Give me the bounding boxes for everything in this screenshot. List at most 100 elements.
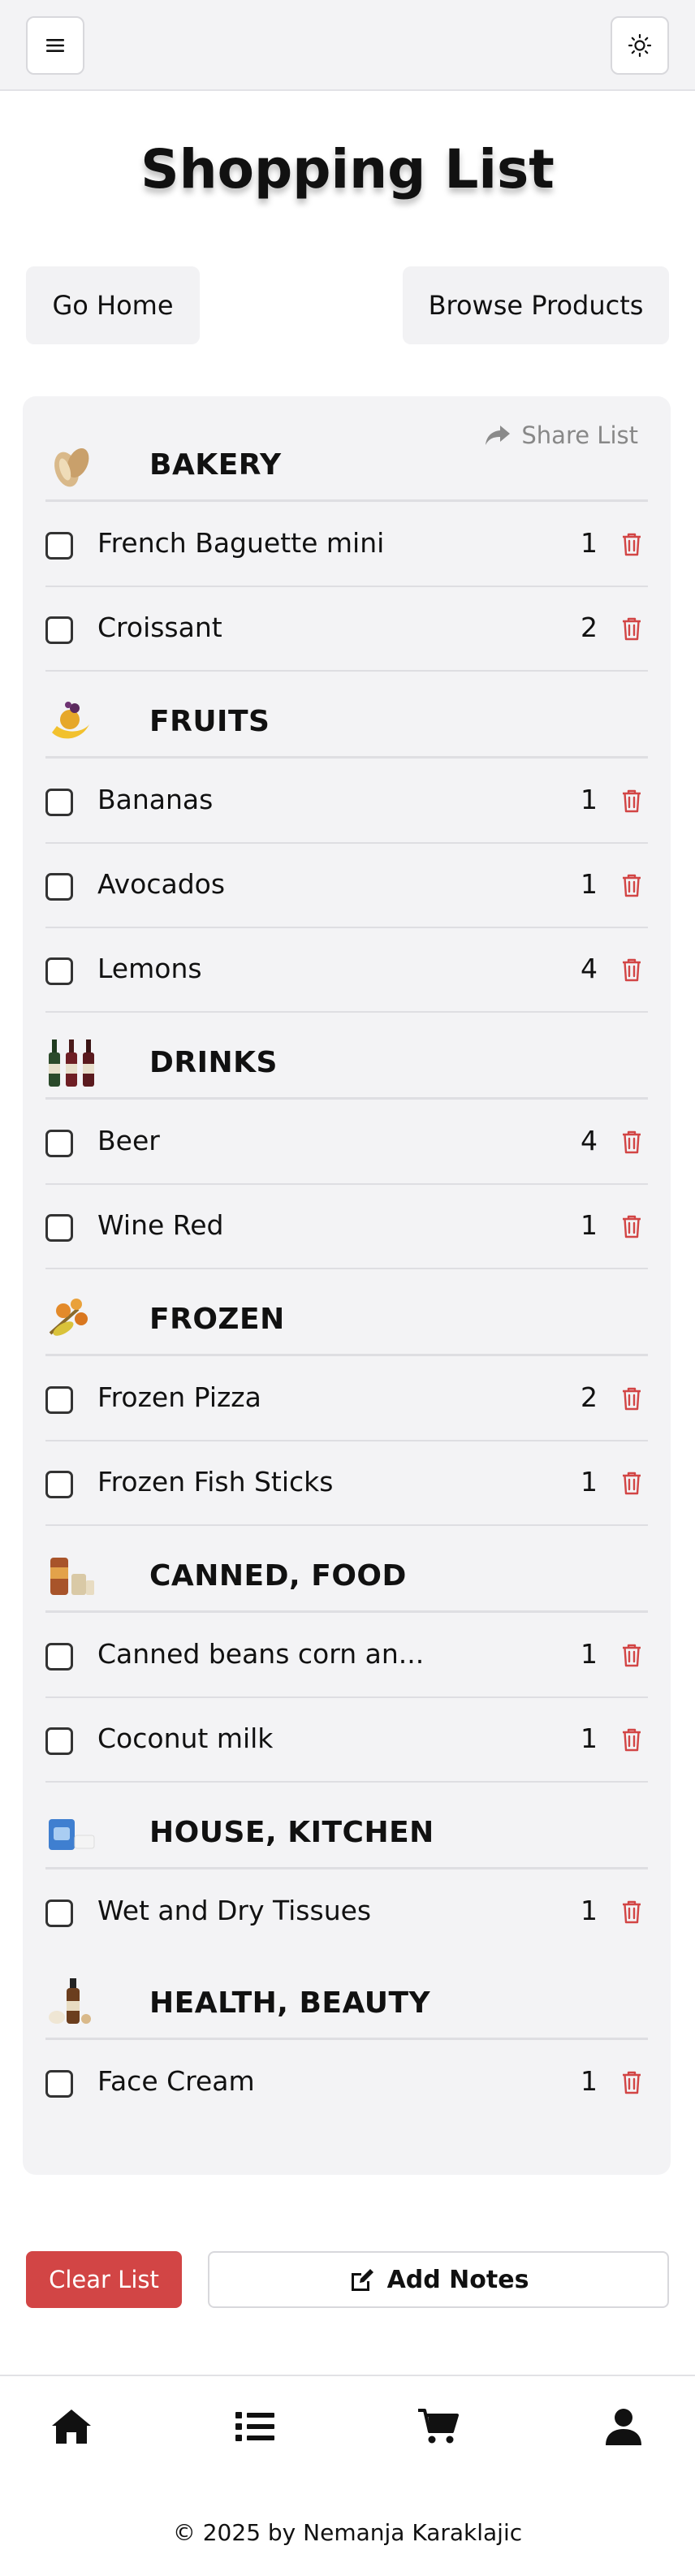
item-checkbox[interactable] [45,1727,73,1755]
item-quantity: 1 [581,1638,598,1670]
trash-icon [623,2071,641,2094]
item-checkbox[interactable] [45,1130,73,1157]
go-home-button[interactable]: Go Home [26,266,200,344]
trash-icon [623,533,641,556]
category-name: DRINKS [149,1046,278,1079]
list-item: Croissant 2 [45,587,648,672]
delete-item-button[interactable] [615,2065,648,2099]
bottom-navigation [0,2375,695,2472]
edit-icon [351,2269,373,2291]
item-checkbox[interactable] [45,1214,73,1242]
category-header: DRINKS [45,1035,648,1100]
trash-icon [623,789,641,813]
add-notes-button[interactable]: Add Notes [208,2251,669,2308]
trash-icon [623,874,641,897]
item-checkbox[interactable] [45,957,73,985]
tissues-icon [49,1819,95,1850]
menu-button[interactable] [26,16,84,75]
item-quantity: 1 [581,1466,598,1498]
browse-products-button[interactable]: Browse Products [403,266,669,344]
item-checkbox[interactable] [45,616,73,644]
delete-item-button[interactable] [615,1722,648,1757]
category-header: FROZEN [45,1291,648,1356]
item-quantity: 1 [581,527,598,559]
clear-list-button[interactable]: Clear List [26,2251,182,2308]
beauty-products-icon [49,1978,91,2024]
delete-item-button[interactable] [615,1638,648,1672]
nav-cart[interactable] [414,2402,463,2451]
category-name: BAKERY [149,448,282,482]
delete-item-button[interactable] [615,1125,648,1159]
category-name: HOUSE, KITCHEN [149,1816,434,1849]
item-name: Avocados [97,868,226,900]
category-header: FRUITS [45,694,648,759]
list-item: Frozen Pizza 2 [45,1357,648,1441]
list-item: Coconut milk 1 [45,1698,648,1783]
item-checkbox[interactable] [45,1900,73,1927]
delete-item-button[interactable] [615,1466,648,1500]
item-name: Bananas [97,784,214,815]
item-checkbox[interactable] [45,789,73,816]
item-checkbox[interactable] [45,1386,73,1414]
trash-icon [623,1215,641,1238]
list-item: Face Cream 1 [45,2041,648,2125]
trash-icon [623,1130,641,1154]
list-item: Wet and Dry Tissues 1 [45,1870,648,1955]
list-item: Beer 4 [45,1100,648,1185]
home-icon [52,2410,91,2444]
list-item: Lemons 4 [45,928,648,1013]
category-name: FRUITS [149,705,270,738]
canned-food-icon [50,1558,94,1595]
item-name: Lemons [97,953,202,984]
theme-toggle-button[interactable] [611,16,669,75]
item-name: Beer [97,1125,160,1156]
trash-icon [623,1644,641,1667]
fruit-icon [52,702,89,739]
nav-list[interactable] [231,2402,279,2451]
delete-item-button[interactable] [615,953,648,987]
category-name: FROZEN [149,1303,285,1336]
item-name: Croissant [97,612,222,643]
sun-icon [628,33,652,58]
delete-item-button[interactable] [615,612,648,646]
top-bar [0,0,695,91]
item-quantity: 1 [581,1722,598,1754]
item-name: Frozen Fish Sticks [97,1466,334,1498]
page-title: Shopping List [140,138,555,201]
item-quantity: 2 [581,1381,598,1413]
delete-item-button[interactable] [615,868,648,902]
item-name: Frozen Pizza [97,1381,261,1413]
delete-item-button[interactable] [615,1895,648,1929]
category-name: CANNED, FOOD [149,1559,407,1593]
list-item: Frozen Fish Sticks 1 [45,1441,648,1526]
item-name: Wine Red [97,1209,224,1241]
category-name: HEALTH, BEAUTY [149,1986,431,2020]
item-checkbox[interactable] [45,873,73,901]
delete-item-button[interactable] [615,784,648,818]
delete-item-button[interactable] [615,527,648,561]
shopping-list-card: Share List BAKERY French Baguette mini 1… [23,396,671,2175]
item-quantity: 1 [581,868,598,900]
list-item: French Baguette mini 1 [45,503,648,587]
delete-item-button[interactable] [615,1209,648,1243]
list-item: Canned beans corn an... 1 [45,1614,648,1698]
user-icon [606,2409,641,2445]
nav-profile[interactable] [599,2402,648,2451]
item-checkbox[interactable] [45,532,73,560]
category-header: HEALTH, BEAUTY [45,1975,648,2040]
item-quantity: 1 [581,1895,598,1926]
nav-home[interactable] [47,2402,96,2451]
item-name: Coconut milk [97,1722,274,1754]
item-checkbox[interactable] [45,2070,73,2098]
item-checkbox[interactable] [45,1471,73,1498]
list-item: Avocados 1 [45,844,648,928]
frozen-food-icon [49,1299,88,1336]
trash-icon [623,1728,641,1752]
delete-item-button[interactable] [615,1381,648,1416]
list-item: Wine Red 1 [45,1185,648,1269]
item-quantity: 1 [581,1209,598,1241]
item-quantity: 4 [581,953,598,984]
list-icon [235,2412,274,2441]
bread-icon [54,447,89,487]
item-checkbox[interactable] [45,1643,73,1671]
